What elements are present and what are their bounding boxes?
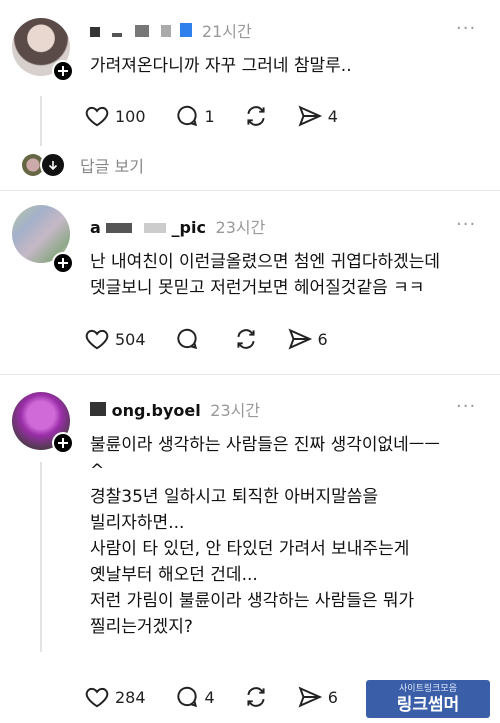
- watermark-logo: 사이트링크모음 링크썸머: [366, 680, 490, 718]
- comment-icon: [176, 686, 197, 708]
- heart-icon: [85, 106, 109, 127]
- reply-count: 4: [204, 687, 215, 707]
- more-options-icon[interactable]: ···: [456, 396, 476, 417]
- view-replies-row[interactable]: 답글 보기: [22, 152, 144, 178]
- watermark-line2: 링크썸머: [396, 695, 460, 715]
- follow-plus-icon[interactable]: [52, 252, 74, 274]
- view-replies-label[interactable]: 답글 보기: [80, 153, 144, 177]
- username-redaction: [111, 33, 122, 37]
- comment-body: 불륜이라 생각하는 사람들은 진짜 생각이없네ㅡㅡ ^ 경찰35년 일하시고 퇴…: [90, 435, 441, 637]
- heart-icon: [85, 329, 109, 350]
- action-bar: 504 6: [84, 324, 356, 354]
- divider: [0, 190, 500, 191]
- action-bar: 100 1 4: [84, 101, 366, 131]
- repost-icon: [247, 106, 265, 126]
- username-row: ong.byoel 23시간: [90, 397, 260, 421]
- like-button[interactable]: 504: [84, 326, 146, 352]
- follow-plus-icon[interactable]: [52, 432, 74, 454]
- repost-button[interactable]: [233, 326, 259, 352]
- username-prefix: a: [90, 218, 101, 237]
- share-count: 6: [327, 687, 338, 707]
- thread-line: [40, 462, 42, 652]
- like-button[interactable]: 284: [84, 684, 146, 710]
- username-redaction: [90, 402, 106, 416]
- like-count: 284: [115, 687, 146, 707]
- heart-icon: [85, 687, 109, 708]
- username-redaction: [160, 25, 171, 37]
- reply-avatar: [40, 152, 66, 178]
- share-button[interactable]: 6: [287, 326, 328, 352]
- send-icon: [298, 105, 322, 127]
- comment-icon: [176, 105, 197, 127]
- comment-body: 가려져온다니까 자꾸 그러네 참말루..: [90, 56, 352, 76]
- like-count: 504: [115, 329, 146, 349]
- username-redaction: [143, 223, 166, 233]
- action-bar: 284 4 6: [84, 682, 366, 712]
- reply-button[interactable]: 4: [174, 684, 215, 710]
- username[interactable]: _pic: [172, 218, 206, 237]
- username-redaction: [135, 25, 150, 37]
- username-redaction: [90, 27, 100, 37]
- repost-button[interactable]: [243, 103, 269, 129]
- watermark-line1: 사이트링크모음: [399, 684, 457, 694]
- timestamp: 23시간: [210, 401, 261, 420]
- username-row: 21시간: [90, 18, 252, 42]
- comment-icon: [176, 328, 197, 350]
- reply-count: 1: [204, 106, 215, 126]
- username-row: a _pic 23시간: [90, 214, 265, 238]
- reply-button[interactable]: 1: [174, 103, 215, 129]
- follow-plus-icon[interactable]: [52, 60, 74, 82]
- more-options-icon[interactable]: ···: [456, 214, 476, 235]
- comment-body: 난 내여친이 이런글올렸으면 첨엔 귀엽다하겠는데 뎃글보니 못믿고 저런거보면…: [90, 252, 441, 298]
- verified-icon: [180, 23, 193, 37]
- like-count: 100: [115, 106, 146, 126]
- timestamp: 23시간: [215, 218, 266, 237]
- share-button[interactable]: 4: [297, 103, 338, 129]
- username[interactable]: ong.byoel: [112, 401, 201, 420]
- share-button[interactable]: 6: [297, 684, 338, 710]
- share-count: 6: [317, 329, 328, 349]
- divider: [0, 374, 500, 375]
- send-icon: [298, 686, 322, 708]
- more-options-icon[interactable]: ···: [456, 18, 476, 39]
- repost-icon: [247, 687, 265, 707]
- repost-button[interactable]: [243, 684, 269, 710]
- thread-line: [40, 96, 42, 146]
- username-redaction: [106, 223, 133, 233]
- share-count: 4: [327, 106, 338, 126]
- like-button[interactable]: 100: [84, 103, 146, 129]
- repost-icon: [236, 329, 255, 349]
- reply-button[interactable]: [174, 326, 205, 352]
- timestamp: 21시간: [201, 22, 252, 41]
- send-icon: [288, 328, 312, 350]
